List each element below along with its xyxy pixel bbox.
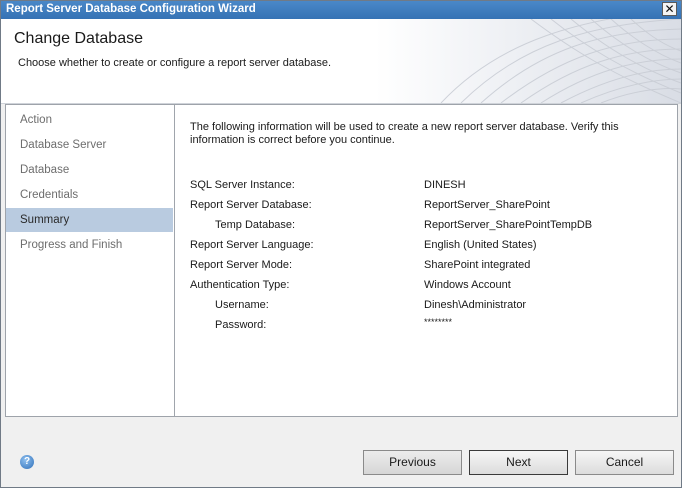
- wizard-footer: ? Previous Next Cancel: [1, 419, 681, 487]
- sidebar-item-credentials[interactable]: Credentials: [6, 183, 173, 207]
- header-decoration: [440, 19, 681, 103]
- summary-label: Report Server Database:: [190, 199, 312, 211]
- cancel-button[interactable]: Cancel: [575, 450, 674, 475]
- summary-label: Report Server Mode:: [190, 259, 293, 271]
- summary-value: Dinesh\Administrator: [424, 299, 527, 311]
- summary-value: Windows Account: [424, 279, 511, 291]
- close-button[interactable]: ✕: [662, 2, 677, 16]
- summary-value: ********: [424, 317, 453, 327]
- page-title: Change Database: [14, 30, 143, 47]
- previous-button[interactable]: Previous: [363, 450, 462, 475]
- summary-row: SQL Server Instance: DINESH: [190, 179, 660, 195]
- summary-row: Username: Dinesh\Administrator: [190, 299, 660, 315]
- close-icon: ✕: [664, 2, 675, 16]
- summary-value: SharePoint integrated: [424, 259, 531, 271]
- summary-value: English (United States): [424, 239, 537, 251]
- summary-row: Report Server Mode: SharePoint integrate…: [190, 259, 660, 275]
- summary-value: DINESH: [424, 179, 466, 191]
- wizard-header: Change Database Choose whether to create…: [1, 19, 681, 104]
- summary-panel: The following information will be used t…: [190, 105, 670, 416]
- summary-label: Authentication Type:: [190, 279, 290, 291]
- summary-intro: The following information will be used t…: [190, 121, 619, 146]
- summary-row: Report Server Language: English (United …: [190, 239, 660, 255]
- summary-row: Report Server Database: ReportServer_Sha…: [190, 199, 660, 215]
- sidebar-item-database-server[interactable]: Database Server: [6, 133, 173, 157]
- summary-row: Temp Database: ReportServer_SharePointTe…: [190, 219, 660, 235]
- sidebar-item-database[interactable]: Database: [6, 158, 173, 182]
- sidebar-item-summary[interactable]: Summary: [6, 208, 173, 232]
- sidebar-item-action[interactable]: Action: [6, 108, 173, 132]
- sidebar-item-progress-and-finish[interactable]: Progress and Finish: [6, 233, 173, 257]
- summary-label: Report Server Language:: [190, 239, 314, 251]
- wizard-steps-sidebar: Action Database Server Database Credenti…: [6, 105, 175, 416]
- title-bar[interactable]: Report Server Database Configuration Wiz…: [1, 1, 681, 19]
- help-icon[interactable]: ?: [20, 455, 34, 469]
- summary-row: Password: ********: [190, 317, 660, 335]
- summary-row: Authentication Type: Windows Account: [190, 279, 660, 295]
- wizard-window: Report Server Database Configuration Wiz…: [0, 0, 682, 488]
- page-subtitle: Choose whether to create or configure a …: [18, 57, 332, 69]
- content-panel: Action Database Server Database Credenti…: [5, 104, 678, 417]
- window-title: Report Server Database Configuration Wiz…: [6, 3, 256, 15]
- summary-label: Username:: [215, 299, 269, 311]
- summary-label: SQL Server Instance:: [190, 179, 295, 191]
- summary-label: Temp Database:: [215, 219, 296, 231]
- summary-value: ReportServer_SharePoint: [424, 199, 550, 211]
- summary-label: Password:: [215, 319, 267, 331]
- next-button[interactable]: Next: [469, 450, 568, 475]
- summary-value: ReportServer_SharePointTempDB: [424, 219, 593, 231]
